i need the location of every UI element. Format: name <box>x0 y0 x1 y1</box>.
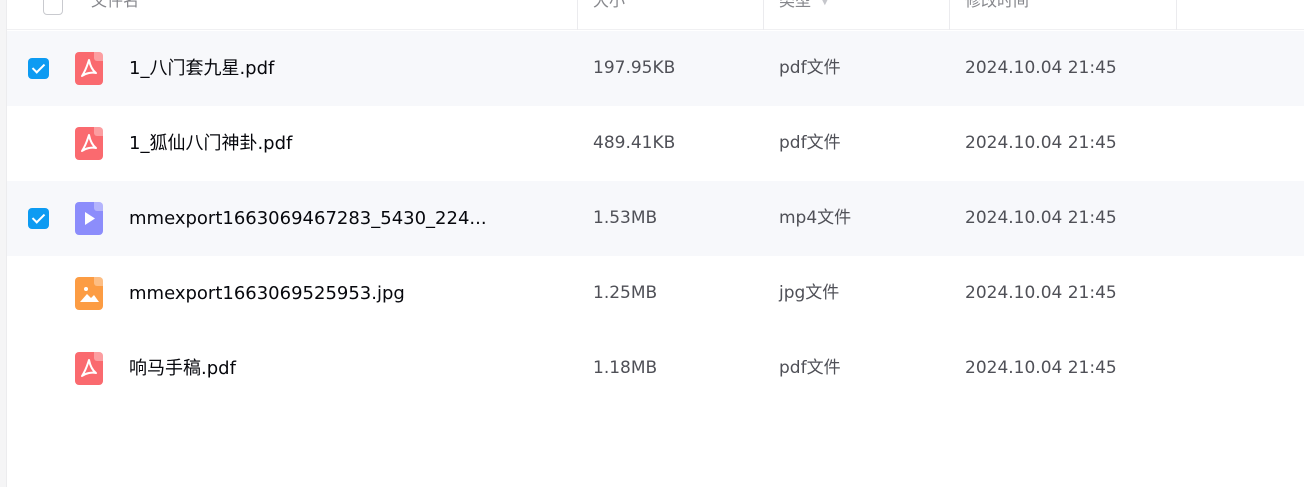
file-row[interactable]: 1_狐仙八门神卦.pdf 489.41KB pdf文件 2024.10.04 2… <box>7 106 1304 181</box>
file-row[interactable]: mmexport1663069467283_5430_224... 1.53MB… <box>7 181 1304 256</box>
row-checkbox[interactable] <box>28 208 49 229</box>
file-row[interactable]: mmexport1663069525953.jpg 1.25MB jpg文件 2… <box>7 256 1304 331</box>
file-name[interactable]: 响马手稿.pdf <box>129 331 236 406</box>
file-type: pdf文件 <box>779 58 841 78</box>
file-name[interactable]: 1_狐仙八门神卦.pdf <box>129 106 292 181</box>
column-header-size[interactable]: 大小 <box>593 0 625 30</box>
row-checkbox[interactable] <box>28 133 49 154</box>
column-header-name[interactable]: 文件名 <box>91 0 139 30</box>
select-all-checkbox[interactable] <box>43 0 63 15</box>
file-type: mp4文件 <box>779 208 852 228</box>
column-divider[interactable] <box>763 0 764 30</box>
file-modified-time: 2024.10.04 21:45 <box>965 358 1117 378</box>
file-row[interactable]: 1_八门套九星.pdf 197.95KB pdf文件 2024.10.04 21… <box>7 31 1304 106</box>
file-list-header: 文件名 大小 类型 ▼ 修改时间 <box>7 0 1304 30</box>
column-divider[interactable] <box>577 0 578 30</box>
row-checkbox[interactable] <box>28 58 49 79</box>
file-list: 1_八门套九星.pdf 197.95KB pdf文件 2024.10.04 21… <box>7 31 1304 406</box>
column-header-type-label: 类型 <box>779 0 812 10</box>
left-panel-edge <box>0 0 7 487</box>
file-type: jpg文件 <box>779 283 840 303</box>
row-checkbox[interactable] <box>28 283 49 304</box>
file-size: 489.41KB <box>593 133 676 153</box>
file-modified-time: 2024.10.04 21:45 <box>965 133 1117 153</box>
file-type: pdf文件 <box>779 133 841 153</box>
file-name[interactable]: 1_八门套九星.pdf <box>129 31 274 106</box>
column-divider[interactable] <box>949 0 950 30</box>
row-checkbox[interactable] <box>28 358 49 379</box>
sort-arrow-icon[interactable]: ▼ <box>821 0 829 17</box>
file-size: 1.53MB <box>593 208 658 228</box>
file-size: 1.18MB <box>593 358 658 378</box>
file-row[interactable]: 响马手稿.pdf 1.18MB pdf文件 2024.10.04 21:45 <box>7 331 1304 406</box>
pdf-file-icon <box>75 352 103 385</box>
column-header-type[interactable]: 类型 ▼ <box>779 0 829 30</box>
file-size: 1.25MB <box>593 283 658 303</box>
file-name[interactable]: mmexport1663069467283_5430_224... <box>129 181 487 256</box>
file-modified-time: 2024.10.04 21:45 <box>965 283 1117 303</box>
file-modified-time: 2024.10.04 21:45 <box>965 58 1117 78</box>
file-size: 197.95KB <box>593 58 676 78</box>
file-modified-time: 2024.10.04 21:45 <box>965 208 1117 228</box>
pdf-file-icon <box>75 127 103 160</box>
pdf-file-icon <box>75 52 103 85</box>
column-divider[interactable] <box>1176 0 1177 30</box>
column-header-modified[interactable]: 修改时间 <box>965 0 1029 30</box>
image-file-icon <box>75 277 103 310</box>
video-file-icon <box>75 202 103 235</box>
file-type: pdf文件 <box>779 358 841 378</box>
file-name[interactable]: mmexport1663069525953.jpg <box>129 256 405 331</box>
